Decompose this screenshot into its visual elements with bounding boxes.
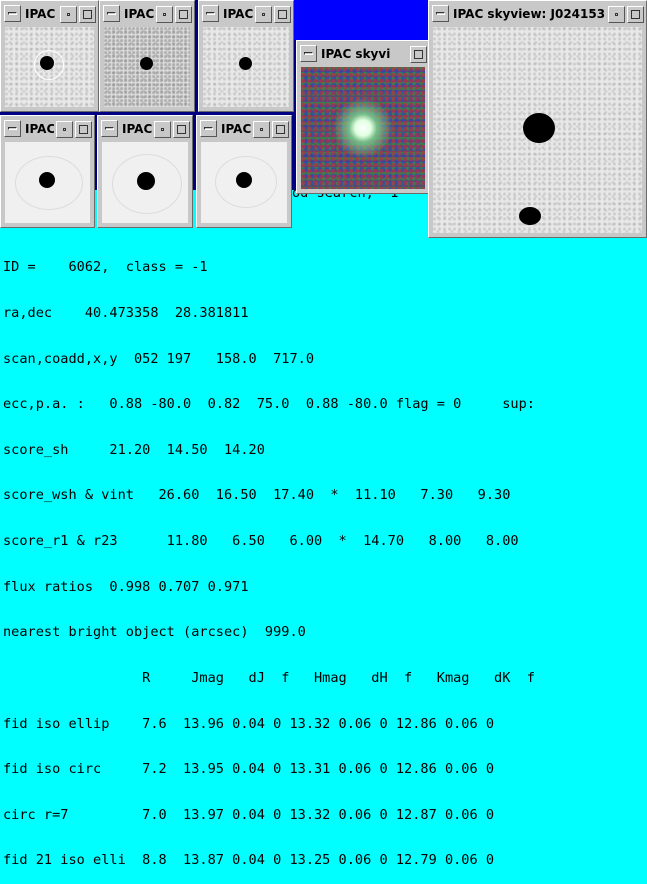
console-line: score_r1 & r23 11.80 6.50 6.00 * 14.70 8… — [3, 533, 519, 550]
minimize-icon[interactable] — [255, 5, 272, 23]
skyview-main-window[interactable]: IPAC skyview: J024153.6 — [428, 0, 647, 238]
console-line: fid 21 iso elli 8.8 13.87 0.04 0 13.25 0… — [3, 852, 495, 869]
color-sky-image — [301, 67, 425, 189]
window-titlebar[interactable]: IPAC — [201, 3, 291, 25]
window-titlebar[interactable]: IPAC skyvi — [299, 43, 427, 65]
minimize-icon[interactable] — [608, 5, 625, 23]
star-source — [239, 57, 252, 70]
minimize-icon[interactable] — [154, 120, 171, 138]
star-source — [39, 172, 55, 188]
maximize-icon[interactable] — [79, 5, 96, 23]
maximize-icon[interactable] — [272, 120, 289, 138]
window-titlebar[interactable]: IPAC — [100, 118, 190, 140]
console-line: ra,dec 40.473358 28.381811 — [3, 305, 249, 322]
window-titlebar[interactable]: IPAC skyview: J024153.6 — [431, 3, 644, 25]
console-line: flux ratios 0.998 0.707 0.971 — [3, 578, 249, 595]
desktop-blue-region — [270, 0, 430, 40]
window-titlebar[interactable]: IPAC — [3, 118, 92, 140]
console-line: fid iso circ 7.2 13.95 0.04 0 13.31 0.06… — [3, 761, 495, 778]
console-line: ecc,p.a. : 0.88 -80.0 0.82 75.0 0.88 -80… — [3, 396, 535, 413]
console-line: score_wsh & vint 26.60 16.50 17.40 * 11.… — [3, 487, 511, 504]
skyview-window-3[interactable]: IPAC — [198, 0, 294, 112]
console-line: score_sh 21.20 14.50 14.20 — [3, 441, 265, 458]
skyview-color-window[interactable]: IPAC skyvi — [296, 40, 430, 194]
sky-image — [5, 142, 90, 223]
minimize-icon[interactable] — [60, 5, 77, 23]
window-menu-icon[interactable] — [200, 120, 217, 137]
maximize-icon[interactable] — [274, 5, 291, 23]
skyview-window-1[interactable]: IPAC — [0, 0, 99, 112]
star-source — [140, 57, 153, 70]
star-source — [137, 172, 155, 190]
window-menu-icon[interactable] — [300, 45, 317, 62]
minimize-icon[interactable] — [56, 120, 73, 138]
window-menu-icon[interactable] — [101, 120, 118, 137]
window-menu-icon[interactable] — [103, 5, 120, 22]
skyview-window-6[interactable]: IPAC — [196, 115, 292, 228]
sky-image — [433, 27, 642, 233]
skyview-window-2[interactable]: IPAC — [99, 0, 195, 112]
skyview-window-4[interactable]: IPAC — [0, 115, 95, 228]
console-line: fid iso ellip 7.6 13.96 0.04 0 13.32 0.0… — [3, 715, 495, 732]
window-menu-icon[interactable] — [202, 5, 219, 22]
terminal-output: ID = 6062, class = -1 ra,dec 40.473358 2… — [3, 230, 647, 884]
window-menu-icon[interactable] — [4, 120, 21, 137]
star-source — [519, 207, 541, 225]
console-line: nearest bright object (arcsec) 999.0 — [3, 624, 306, 641]
console-line: ID = 6062, class = -1 — [3, 259, 208, 276]
star-source — [236, 172, 252, 188]
sky-image — [5, 27, 94, 107]
window-menu-icon[interactable] — [4, 5, 21, 22]
maximize-icon[interactable] — [627, 5, 644, 23]
window-titlebar[interactable]: IPAC — [199, 118, 289, 140]
window-title: IPAC skyview: J024153.6 — [453, 7, 606, 21]
console-line: scan,coadd,x,y 052 197 158.0 717.0 — [3, 350, 314, 367]
console-line: R Jmag dJ f Hmag dH f Kmag dK f — [3, 669, 535, 686]
maximize-icon[interactable] — [175, 5, 192, 23]
star-source — [40, 56, 54, 70]
minimize-icon[interactable] — [156, 5, 173, 23]
sky-image — [104, 27, 190, 107]
skyview-window-5[interactable]: IPAC — [97, 115, 193, 228]
bright-star-source — [523, 113, 555, 143]
window-titlebar[interactable]: IPAC — [3, 3, 96, 25]
sky-image — [201, 142, 287, 223]
window-titlebar[interactable]: IPAC — [102, 3, 192, 25]
sky-image — [102, 142, 188, 223]
console-line: circ r=7 7.0 13.97 0.04 0 13.32 0.06 0 1… — [3, 806, 495, 823]
maximize-icon[interactable] — [410, 45, 427, 63]
maximize-icon[interactable] — [173, 120, 190, 138]
sky-image — [203, 27, 289, 107]
maximize-icon[interactable] — [75, 120, 92, 138]
window-menu-icon[interactable] — [432, 5, 449, 22]
minimize-icon[interactable] — [253, 120, 270, 138]
